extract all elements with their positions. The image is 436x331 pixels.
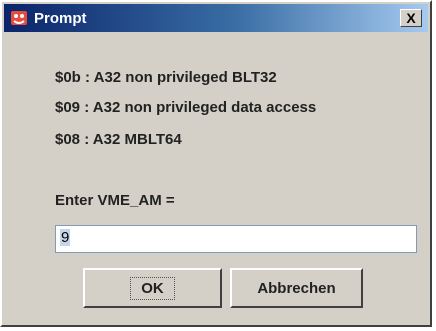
- prompt-dialog: Prompt X $0b : A32 non privileged BLT32 …: [0, 0, 432, 327]
- cancel-button-label: Abbrechen: [257, 279, 336, 297]
- message-line-1: $0b : A32 non privileged BLT32: [55, 69, 277, 86]
- java-app-icon: [10, 9, 28, 27]
- ok-button-label: OK: [130, 276, 175, 300]
- cancel-button[interactable]: Abbrechen: [230, 268, 363, 308]
- ok-button[interactable]: OK: [83, 268, 222, 308]
- close-button[interactable]: X: [400, 9, 422, 27]
- message-line-2: $09 : A32 non privileged data access: [55, 99, 317, 116]
- window-title: Prompt: [34, 9, 87, 27]
- vme-am-label: Enter VME_AM =: [55, 192, 175, 209]
- close-icon: X: [406, 10, 416, 26]
- vme-am-input[interactable]: 9: [55, 225, 417, 253]
- title-bar[interactable]: Prompt X: [4, 4, 428, 32]
- message-line-3: $08 : A32 MBLT64: [55, 131, 182, 148]
- vme-am-value: 9: [60, 229, 71, 246]
